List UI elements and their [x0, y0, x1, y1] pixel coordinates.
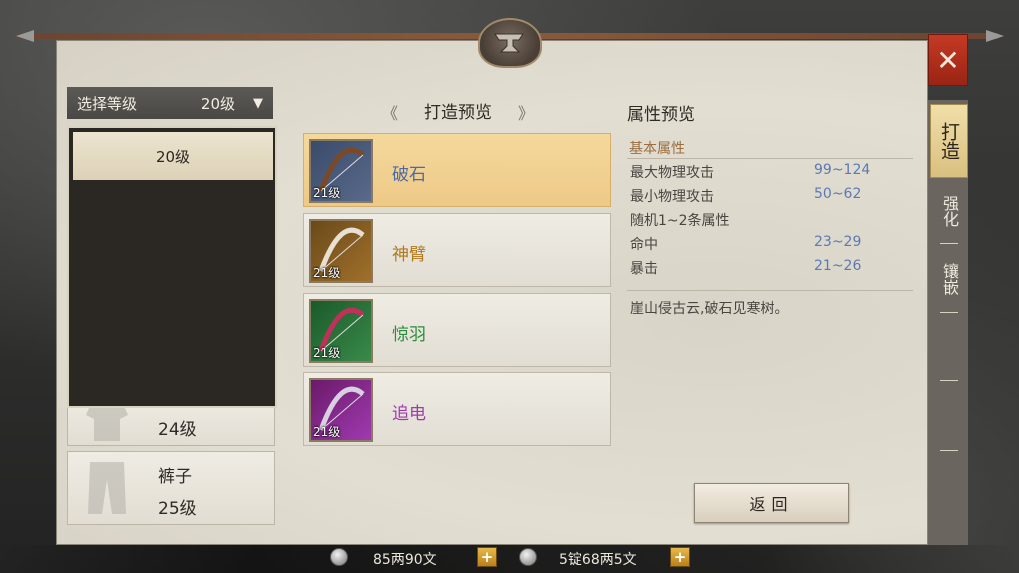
- arrow-left-icon[interactable]: 《: [380, 100, 400, 123]
- spear-tip-right: [986, 30, 1004, 42]
- attribute-label: 随机1~2条属性: [630, 213, 730, 229]
- divider: [627, 158, 913, 159]
- forge-item[interactable]: 21级 惊羽: [303, 293, 611, 367]
- tab-label: 打造: [938, 122, 960, 160]
- level-option[interactable]: 20级: [73, 132, 273, 180]
- attributes-title: 属性预览: [627, 105, 695, 125]
- anvil-icon: [478, 18, 542, 68]
- bow-icon: 21级: [309, 219, 373, 283]
- chevron-down-icon: ▼: [253, 95, 263, 111]
- attribute-row: 暴击 21~26: [630, 258, 910, 278]
- silver-amount: 85两90文: [373, 552, 437, 568]
- item-level: 21级: [313, 425, 341, 439]
- forge-preview-title: 打造预览: [424, 102, 492, 123]
- attribute-row: 命中 23~29: [630, 234, 910, 254]
- divider: [627, 290, 913, 291]
- tab-forge[interactable]: 打造: [930, 104, 968, 178]
- attribute-row: 最小物理攻击 50~62: [630, 186, 910, 206]
- spear-tip-left: [16, 30, 34, 42]
- silver-coin-icon: [330, 548, 348, 566]
- close-button[interactable]: ✕: [928, 34, 968, 86]
- divider: [940, 380, 958, 381]
- attribute-value: 99~124: [814, 162, 871, 178]
- level-select-label: 选择等级: [77, 94, 138, 113]
- attribute-value: 23~29: [814, 234, 862, 250]
- tab-inlay[interactable]: 镶嵌: [930, 254, 968, 304]
- bound-silver-amount: 5锭68两5文: [559, 552, 637, 568]
- bow-icon: 21级: [309, 139, 373, 203]
- item-level: 21级: [313, 346, 341, 360]
- attribute-label: 最大物理攻击: [630, 165, 714, 181]
- bow-icon: 21级: [309, 378, 373, 442]
- equipment-level: 24级: [158, 420, 197, 440]
- add-bound-silver-button[interactable]: +: [670, 547, 690, 567]
- item-name: 追电: [392, 404, 426, 424]
- tab-enhance[interactable]: 强化: [930, 186, 968, 236]
- equipment-name: 裤子: [158, 467, 192, 487]
- forge-item[interactable]: 21级 追电: [303, 372, 611, 446]
- attribute-value: 21~26: [814, 258, 862, 274]
- attributes-section-label: 基本属性: [629, 141, 685, 157]
- pants-icon: [88, 462, 126, 514]
- level-dropdown: 20级: [67, 126, 277, 408]
- return-button[interactable]: 返回: [694, 483, 849, 523]
- item-name: 神臂: [392, 245, 426, 265]
- level-select-value: 20级: [200, 94, 235, 113]
- currency-bar: [0, 545, 1019, 573]
- forge-item[interactable]: 21级 破石: [303, 133, 611, 207]
- attribute-label: 暴击: [630, 261, 658, 277]
- tab-label: 镶嵌: [940, 263, 959, 295]
- bound-silver-icon: [519, 548, 537, 566]
- divider: [940, 312, 958, 313]
- item-name: 惊羽: [392, 325, 426, 345]
- attribute-value: 50~62: [814, 186, 862, 202]
- level-select[interactable]: 选择等级 20级 ▼: [67, 87, 273, 119]
- attribute-row: 随机1~2条属性: [630, 210, 910, 230]
- add-silver-button[interactable]: +: [477, 547, 497, 567]
- attribute-label: 命中: [630, 237, 658, 253]
- arrow-right-icon[interactable]: 》: [516, 100, 536, 123]
- item-level: 21级: [313, 266, 341, 280]
- attribute-row: 最大物理攻击 99~124: [630, 162, 910, 182]
- forge-preview-header: 《 打造预览 》: [380, 98, 536, 124]
- item-level: 21级: [313, 186, 341, 200]
- item-description: 崖山侵古云,破石见寒树。: [630, 301, 789, 317]
- divider: [940, 450, 958, 451]
- item-name: 破石: [392, 165, 426, 185]
- attribute-label: 最小物理攻击: [630, 189, 714, 205]
- forge-item[interactable]: 21级 神臂: [303, 213, 611, 287]
- equipment-card-pants[interactable]: 裤子 25级: [67, 451, 275, 525]
- equipment-level: 25级: [158, 499, 197, 519]
- divider: [940, 243, 958, 244]
- tab-label: 强化: [940, 195, 959, 227]
- bow-icon: 21级: [309, 299, 373, 363]
